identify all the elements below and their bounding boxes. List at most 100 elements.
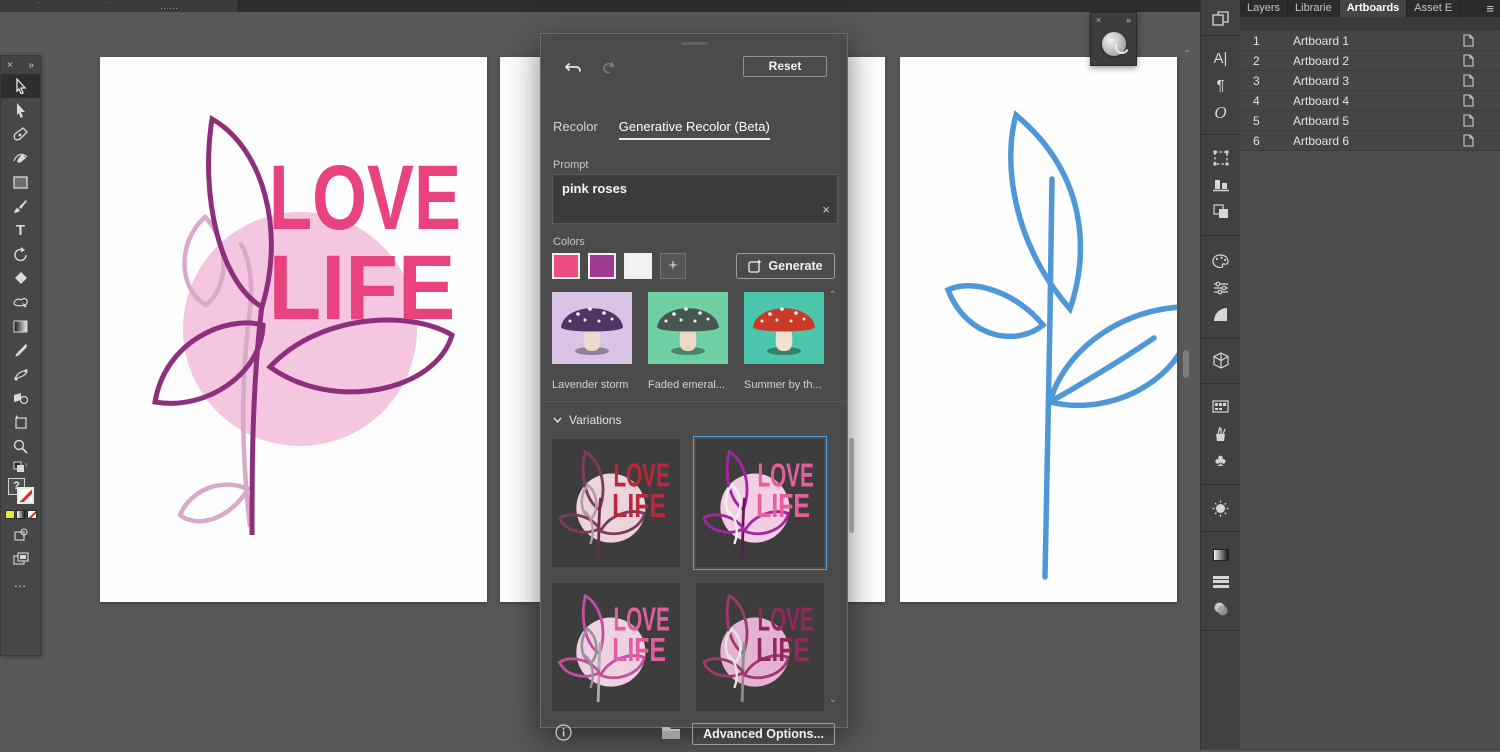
- blend-tool[interactable]: [1, 362, 40, 386]
- rotate-tool[interactable]: [1, 242, 40, 266]
- eraser-tool[interactable]: [1, 266, 40, 290]
- swap-fill-stroke[interactable]: [1, 458, 40, 476]
- type-tool[interactable]: T: [1, 218, 40, 242]
- variation-2-selected[interactable]: [693, 436, 827, 570]
- zoom-tool[interactable]: [1, 434, 40, 458]
- direct-selection-tool[interactable]: [1, 98, 40, 122]
- selection-tool[interactable]: [1, 74, 40, 98]
- pathfinder-panel-icon[interactable]: [1201, 198, 1241, 225]
- tab-artboards[interactable]: Artboards: [1339, 0, 1408, 17]
- paragraph-panel-icon[interactable]: ¶: [1201, 72, 1241, 99]
- artboard-1[interactable]: LOVE LIFE: [100, 57, 487, 602]
- presets-scroll-up-chevron[interactable]: ⌃: [829, 290, 837, 301]
- tools-expand-icon[interactable]: »: [28, 60, 34, 71]
- artboard-row[interactable]: 5 Artboard 5: [1240, 111, 1500, 131]
- character-panel-icon[interactable]: A|: [1201, 45, 1241, 72]
- artboard-doc-icon[interactable]: [1463, 34, 1474, 50]
- transparency-panel-icon[interactable]: [1201, 595, 1241, 622]
- paintbrush-tool[interactable]: [1, 194, 40, 218]
- preset-lavender-storm[interactable]: Lavender storm: [552, 288, 632, 391]
- panel-close-icon[interactable]: ×: [1096, 15, 1101, 25]
- shape-builder-tool[interactable]: [1, 290, 40, 314]
- folder-icon[interactable]: [661, 725, 681, 745]
- screen-mode-button[interactable]: [1, 546, 40, 570]
- artboard-doc-icon[interactable]: [1463, 134, 1474, 150]
- artboard-doc-icon[interactable]: [1463, 54, 1474, 70]
- artboard-row[interactable]: 3 Artboard 3: [1240, 71, 1500, 91]
- menu-glyph-fragment: ˙: [38, 1, 41, 11]
- appearance-panel-icon[interactable]: [1201, 495, 1241, 522]
- love-life-artwork: LOVE LIFE: [152, 115, 461, 536]
- fill-stroke-indicator[interactable]: ?: [1, 476, 40, 510]
- eyedropper-tool[interactable]: [1, 338, 40, 362]
- prompt-input[interactable]: pink roses ×: [552, 174, 838, 224]
- panel-expand-icon[interactable]: »: [1126, 15, 1131, 25]
- add-color-button[interactable]: +: [660, 253, 686, 279]
- more-tools-button[interactable]: …: [1, 570, 40, 594]
- dialog-scrollbar-thumb[interactable]: [849, 438, 854, 533]
- mushroom-thumbnail: [648, 288, 728, 368]
- artboard-doc-icon[interactable]: [1463, 74, 1474, 90]
- artboard-row[interactable]: 4 Artboard 4: [1240, 91, 1500, 111]
- tab-libraries[interactable]: Librarie: [1288, 0, 1340, 17]
- artboard-doc-icon[interactable]: [1463, 114, 1474, 130]
- symbols-panel-icon[interactable]: ♣: [1201, 447, 1241, 474]
- info-icon[interactable]: [555, 724, 572, 746]
- redo-icon[interactable]: [601, 60, 615, 80]
- artboard-row[interactable]: 1 Artboard 1: [1240, 31, 1500, 51]
- artboard-row[interactable]: 6 Artboard 6: [1240, 131, 1500, 151]
- color-swatch-white[interactable]: [624, 253, 652, 279]
- advanced-options-button[interactable]: Advanced Options...: [692, 723, 835, 745]
- dialog-drag-handle[interactable]: [682, 42, 708, 45]
- curvature-tool[interactable]: [1, 146, 40, 170]
- preset-summer[interactable]: Summer by th...: [744, 288, 824, 391]
- tab-asset-export[interactable]: Asset E: [1407, 0, 1461, 17]
- symbol-sprayer-tool[interactable]: [1, 386, 40, 410]
- artboards-panel-icon[interactable]: [1201, 5, 1241, 32]
- pen-tool[interactable]: [1, 122, 40, 146]
- color-button[interactable]: [4, 510, 15, 519]
- artboard-3[interactable]: [900, 57, 1177, 602]
- swatches-panel-icon[interactable]: [1201, 393, 1241, 420]
- tab-layers[interactable]: Layers: [1240, 0, 1289, 17]
- stroke-swatch-none[interactable]: [17, 487, 34, 504]
- 3d-panel-icon[interactable]: [1201, 347, 1241, 374]
- align-panel-icon[interactable]: [1201, 171, 1241, 198]
- panel-menu-icon[interactable]: ≡: [1486, 1, 1494, 16]
- variation-1[interactable]: [552, 439, 680, 567]
- generate-button[interactable]: Generate: [736, 253, 835, 279]
- brushes-panel-icon[interactable]: [1201, 420, 1241, 447]
- clear-prompt-icon[interactable]: ×: [822, 202, 830, 217]
- transform-panel-icon[interactable]: [1201, 144, 1241, 171]
- stroke-panel-icon[interactable]: [1201, 568, 1241, 595]
- variations-scroll-down-chevron[interactable]: ⌄: [829, 694, 837, 705]
- gradient-tool[interactable]: [1, 314, 40, 338]
- rotate-view-tool[interactable]: [1101, 32, 1126, 56]
- rectangle-tool[interactable]: [1, 170, 40, 194]
- menu-glyph-fragment: ˙: [108, 1, 111, 11]
- tools-close-icon[interactable]: ×: [7, 60, 13, 71]
- variation-3[interactable]: [552, 583, 680, 711]
- variations-collapse-chevron-icon[interactable]: [553, 417, 562, 423]
- opentype-panel-icon[interactable]: O: [1201, 99, 1241, 126]
- tab-generative-recolor[interactable]: Generative Recolor (Beta): [618, 119, 770, 140]
- color-swatch-purple[interactable]: [588, 253, 616, 279]
- artboard-row[interactable]: 2 Artboard 2: [1240, 51, 1500, 71]
- tab-recolor[interactable]: Recolor: [553, 119, 598, 140]
- preset-faded-emerald[interactable]: Faded emeral...: [648, 288, 728, 391]
- gradient-panel-icon[interactable]: [1201, 301, 1241, 328]
- color-panel-icon[interactable]: [1201, 247, 1241, 274]
- none-button[interactable]: [26, 510, 37, 519]
- color-swatch-pink[interactable]: [552, 253, 580, 279]
- scroll-up-chevron[interactable]: ⌃: [1183, 49, 1191, 60]
- artboard-tool[interactable]: [1, 410, 40, 434]
- artboard-doc-icon[interactable]: [1463, 94, 1474, 110]
- gradient-button[interactable]: [15, 510, 26, 519]
- reset-button[interactable]: Reset: [743, 56, 827, 77]
- gradient-annotator-icon[interactable]: [1201, 541, 1241, 568]
- undo-icon[interactable]: [564, 60, 583, 80]
- color-guide-panel-icon[interactable]: [1201, 274, 1241, 301]
- variation-4[interactable]: [696, 583, 824, 711]
- draw-mode-button[interactable]: [1, 522, 40, 546]
- canvas-scrollbar-thumb[interactable]: [1183, 350, 1189, 378]
